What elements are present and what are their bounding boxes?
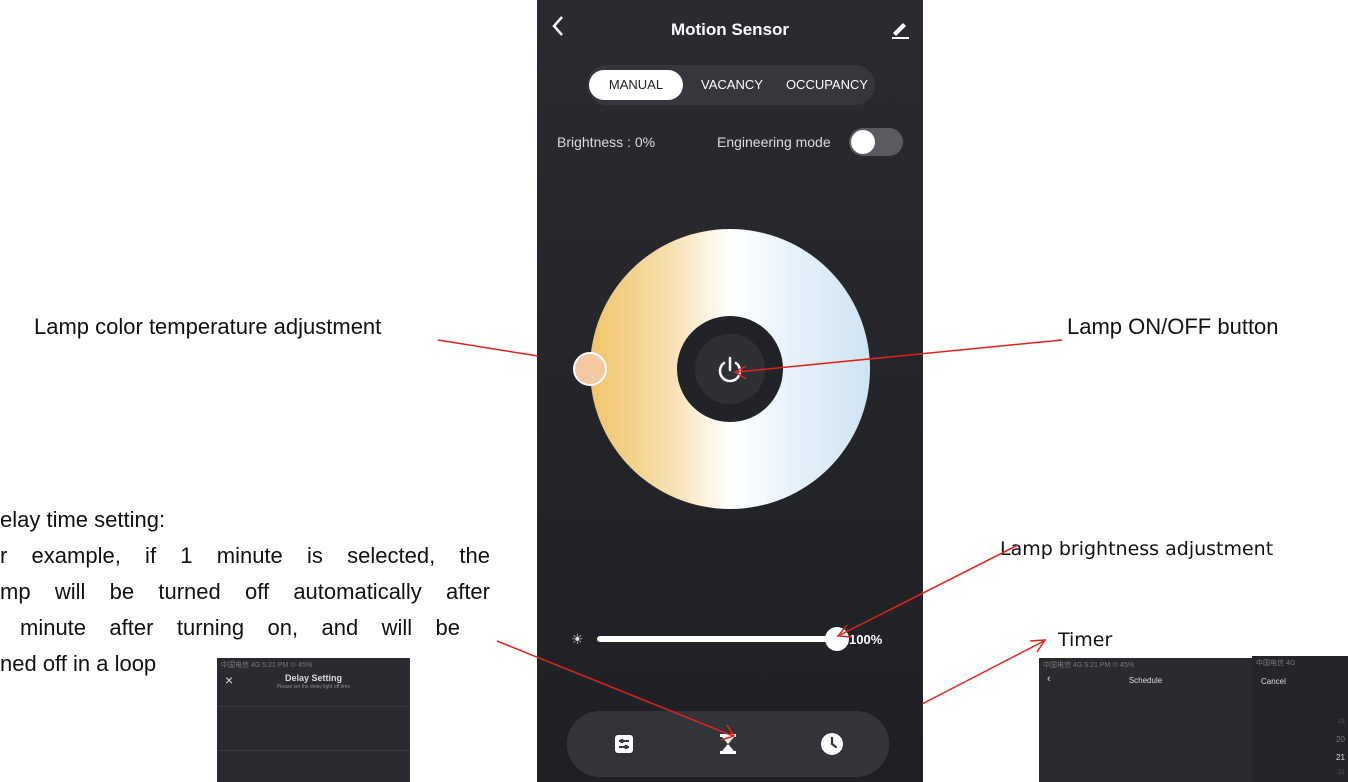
pencil-icon	[892, 23, 909, 39]
toggle-knob	[851, 130, 875, 154]
picker-number: 20	[1336, 735, 1345, 744]
time-picker-thumbnail: 中国电信 4G Cancel 19 20 21 22	[1252, 656, 1348, 782]
tab-occupancy[interactable]: OCCUPANCY	[779, 70, 875, 100]
schedule-title: Schedule	[1128, 676, 1163, 685]
divider	[217, 706, 410, 707]
delay-setting-subtitle: Please set the delay light off time	[276, 684, 351, 690]
power-ring	[677, 316, 783, 422]
delay-setting-thumbnail: 中国电信 4G 5:21 PM ⊙ 45% × Delay Setting Pl…	[217, 658, 410, 782]
color-temperature-wheel[interactable]	[590, 229, 870, 509]
delay-timer-button[interactable]	[715, 731, 741, 757]
hourglass-icon	[720, 734, 736, 754]
cancel-button[interactable]: Cancel	[1261, 677, 1286, 686]
schedule-button[interactable]	[819, 731, 845, 757]
annotation-color-temperature: Lamp color temperature adjustment	[34, 314, 382, 339]
arrow-timer	[921, 640, 1045, 705]
settings-sliders-icon	[615, 735, 633, 753]
picker-number: 21	[1336, 753, 1345, 762]
bottom-toolbar	[567, 711, 889, 777]
engineering-mode-label: Engineering mode	[717, 134, 831, 150]
annotation-brightness: Lamp brightness adjustment	[1000, 538, 1274, 560]
picker-number: 22	[1338, 770, 1345, 776]
delay-line-2: r example, if 1 minute is selected, the	[0, 543, 490, 568]
settings-button[interactable]	[611, 731, 637, 757]
mode-tabs: MANUAL VACANCY OCCUPANCY	[587, 65, 875, 105]
delay-line-4: minute after turning on, and will be	[20, 615, 460, 640]
status-bar: 中国电信 4G 5:21 PM ⊙ 45%	[221, 662, 313, 669]
schedule-thumbnail: 中国电信 4G 5:21 PM ⊙ 45% ‹ Schedule	[1039, 658, 1252, 782]
color-temperature-handle[interactable]	[573, 352, 607, 386]
tab-vacancy[interactable]: VACANCY	[687, 70, 777, 100]
picker-number: 19	[1338, 719, 1345, 725]
brightness-value: 100%	[849, 632, 883, 647]
power-button[interactable]	[695, 334, 765, 404]
divider	[217, 750, 410, 751]
brightness-slider[interactable]	[597, 636, 837, 642]
engineering-mode-toggle[interactable]	[849, 128, 903, 156]
annotation-timer: Timer	[1058, 629, 1113, 651]
tab-manual[interactable]: MANUAL	[589, 70, 683, 100]
status-bar: 中国电信 4G	[1256, 660, 1296, 667]
brightness-readout: Brightness : 0%	[557, 134, 656, 150]
delay-line-3: mp will be turned off automatically afte…	[0, 579, 490, 604]
clock-icon	[821, 733, 843, 755]
power-icon	[718, 356, 742, 383]
phone-screen: Motion Sensor MANUAL VACANCY OCCUPANCY B…	[537, 0, 923, 782]
annotation-on-off: Lamp ON/OFF button	[1067, 314, 1279, 339]
delay-line-1: elay time setting:	[0, 507, 166, 532]
arrow-color-temperature	[437, 339, 539, 357]
edit-button[interactable]	[889, 18, 911, 40]
page-title: Motion Sensor	[670, 20, 790, 39]
sun-icon: ☀	[571, 631, 584, 647]
status-bar: 中国电信 4G 5:21 PM ⊙ 45%	[1043, 662, 1135, 669]
delay-setting-title: Delay Setting	[284, 673, 342, 683]
brightness-slider-knob[interactable]	[825, 627, 849, 651]
annotation-delay-time: elay time setting: r example, if 1 minut…	[0, 502, 490, 682]
